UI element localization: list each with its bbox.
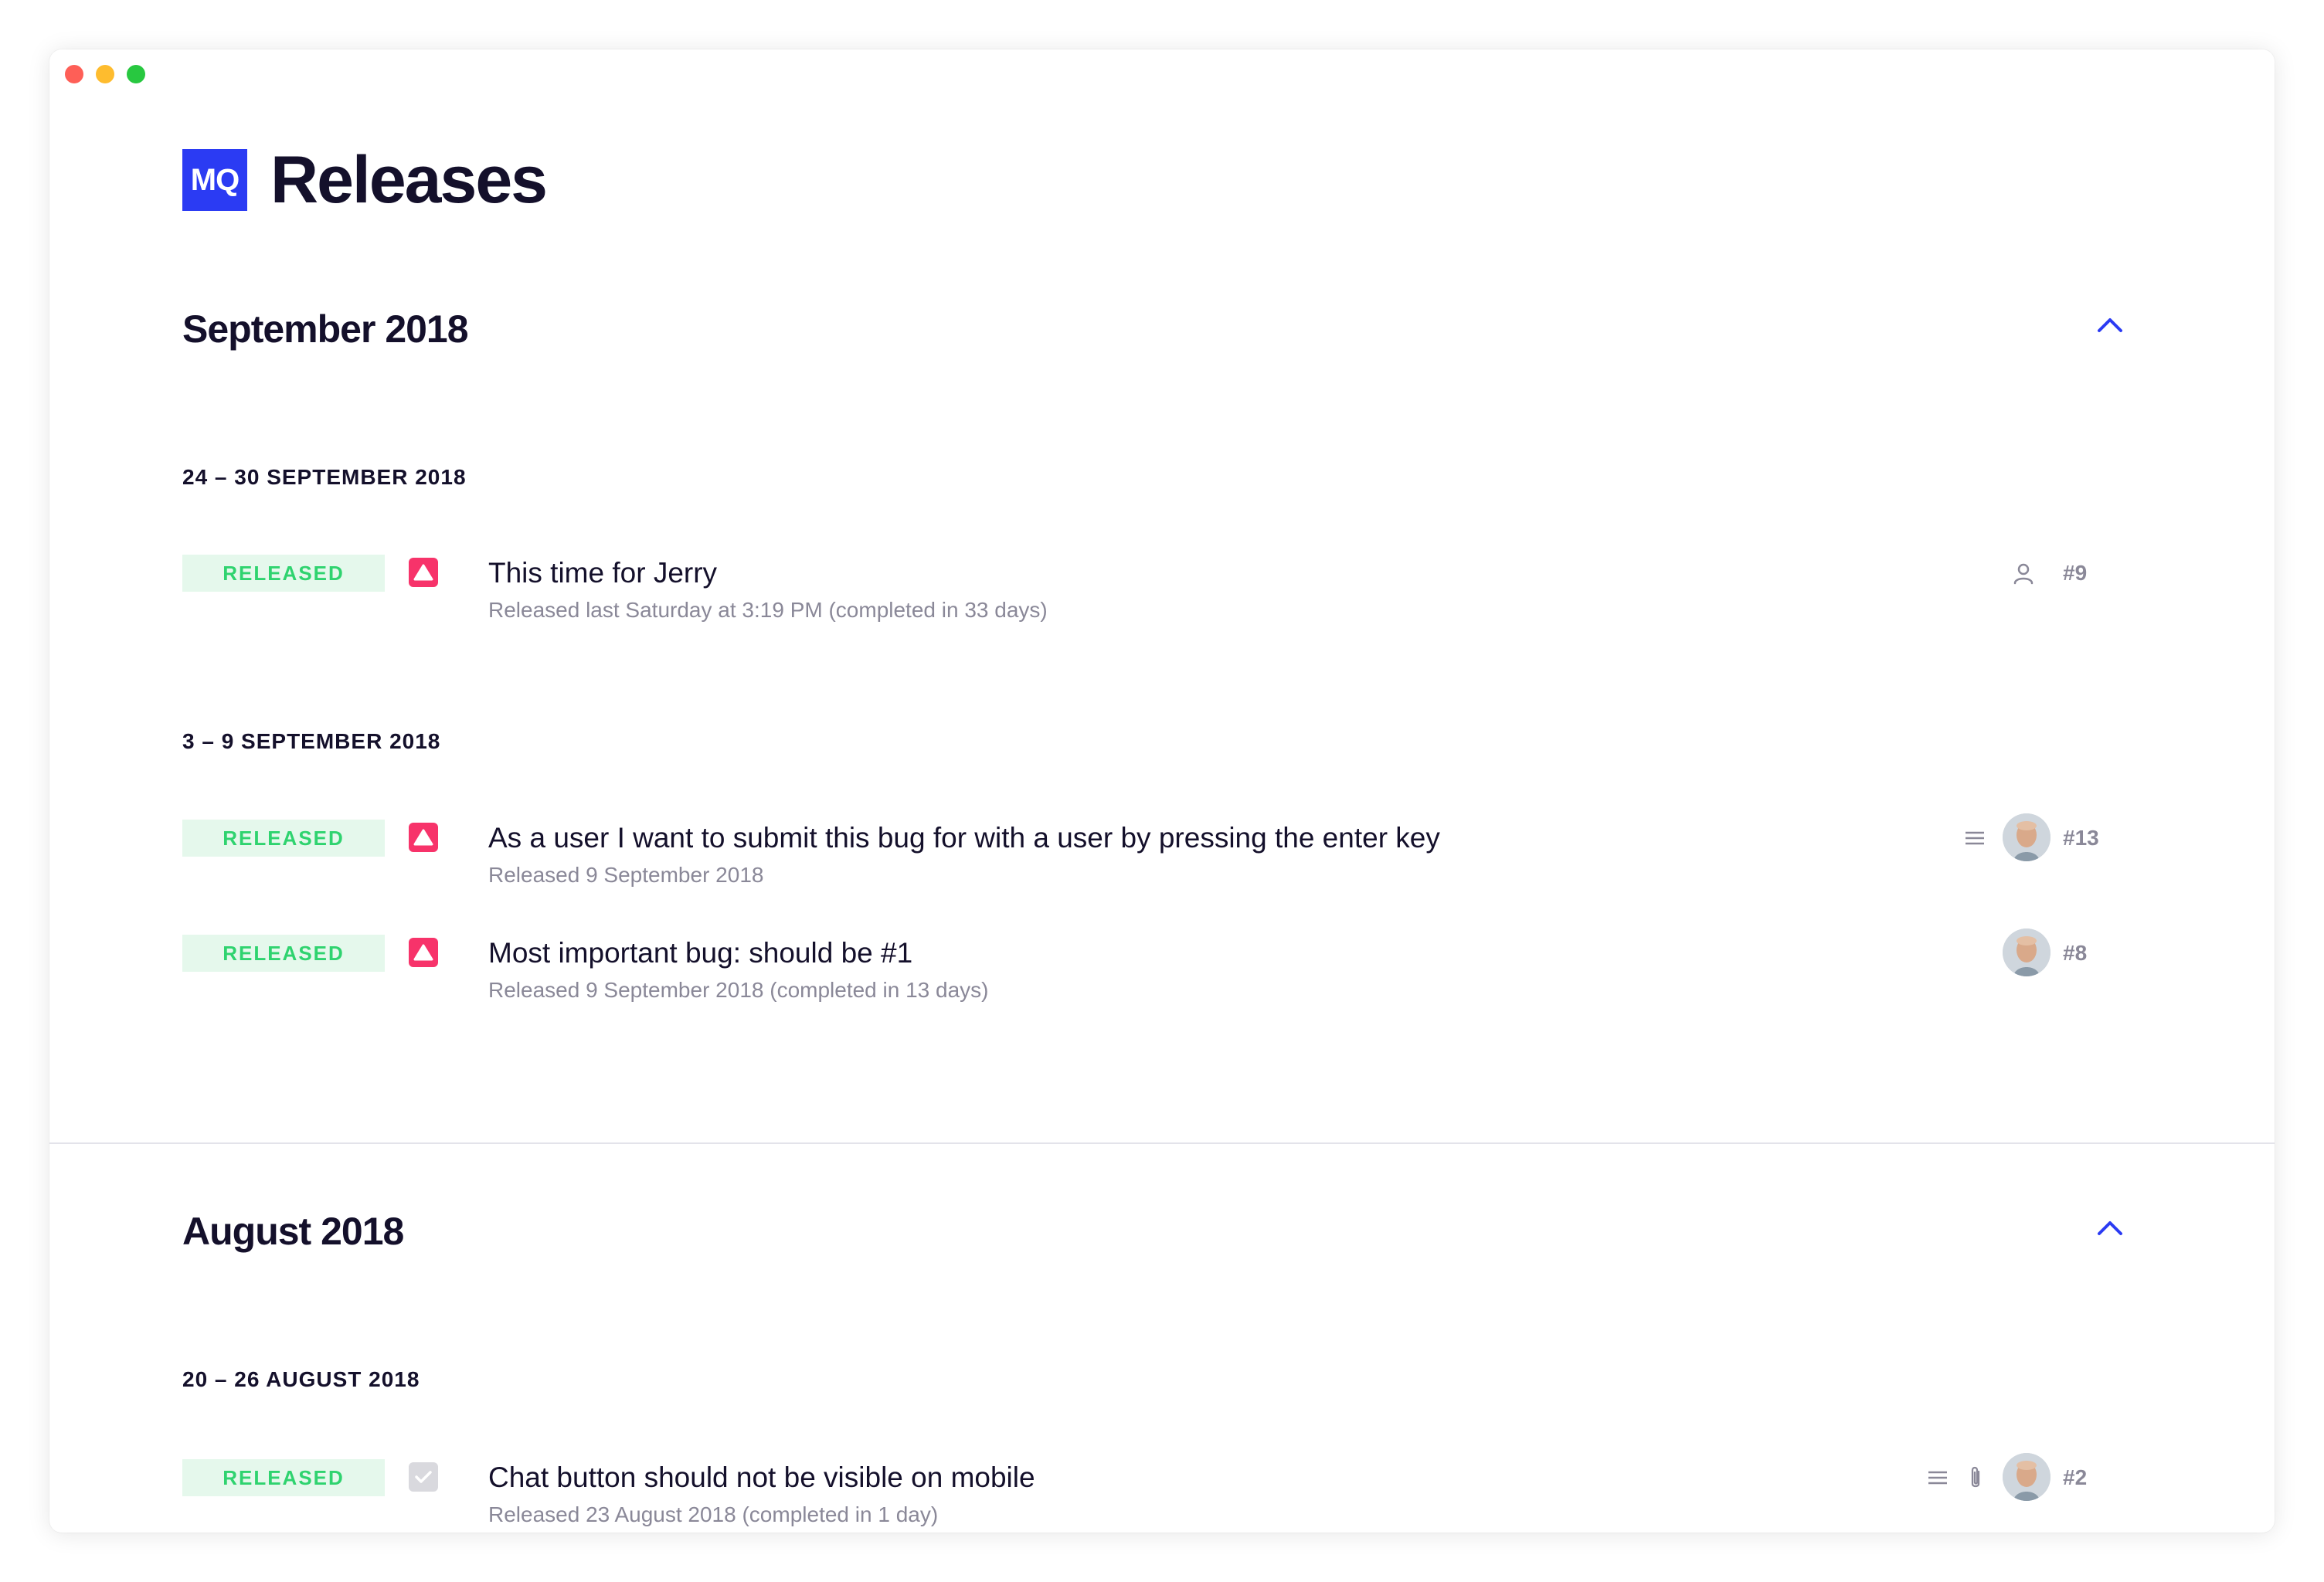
item-title[interactable]: Most important bug: should be #1 [488, 935, 912, 972]
description-icon [1964, 820, 1986, 857]
issue-number[interactable]: #8 [2063, 935, 2087, 972]
bug-icon [409, 938, 438, 967]
item-subtitle: Released 23 August 2018 (completed in 1 … [488, 1502, 939, 1526]
issue-number[interactable]: #9 [2063, 555, 2087, 592]
status-badge: RELEASED [182, 555, 385, 592]
avatar[interactable] [2003, 813, 2050, 861]
item-title[interactable]: As a user I want to submit this bug for … [488, 820, 1440, 857]
avatar[interactable] [2003, 928, 2050, 976]
attachment-icon[interactable] [1967, 1459, 1984, 1496]
release-item[interactable]: RELEASED This time for Jerry Released la… [49, 555, 2275, 640]
collapse-month-button[interactable] [2085, 300, 2135, 349]
chevron-up-icon [2098, 1221, 2122, 1235]
item-subtitle: Released 9 September 2018 (completed in … [488, 978, 989, 1002]
description-icon [1927, 1459, 1949, 1496]
status-badge: RELEASED [182, 1459, 385, 1496]
app-window: MQ Releases September 2018 24 – 30 SEPTE… [49, 49, 2275, 1533]
page-title: Releases [270, 143, 548, 217]
close-window-button[interactable] [65, 65, 83, 83]
month-title: August 2018 [182, 1210, 404, 1253]
app-logo[interactable]: MQ [182, 149, 247, 211]
week-title: 24 – 30 SEPTEMBER 2018 [182, 465, 467, 489]
week-title: 3 – 9 SEPTEMBER 2018 [182, 729, 441, 753]
issue-number[interactable]: #2 [2063, 1459, 2087, 1496]
status-badge: RELEASED [182, 820, 385, 857]
month-title: September 2018 [182, 307, 469, 351]
maximize-window-button[interactable] [127, 65, 145, 83]
item-subtitle: Released last Saturday at 3:19 PM (compl… [488, 598, 1048, 622]
user-icon[interactable] [2012, 555, 2035, 592]
release-item[interactable]: RELEASED Chat button should not be visib… [49, 1453, 2275, 1533]
bug-icon [409, 823, 438, 852]
chevron-up-icon [2098, 318, 2122, 332]
window-controls [65, 65, 145, 83]
item-title[interactable]: Chat button should not be visible on mob… [488, 1459, 1035, 1496]
item-title[interactable]: This time for Jerry [488, 555, 717, 592]
item-subtitle: Released 9 September 2018 [488, 863, 764, 887]
avatar[interactable] [2003, 1453, 2050, 1501]
minimize-window-button[interactable] [96, 65, 114, 83]
bug-icon [409, 558, 438, 587]
release-item[interactable]: RELEASED As a user I want to submit this… [49, 813, 2275, 905]
release-item[interactable]: RELEASED Most important bug: should be #… [49, 928, 2275, 1020]
status-badge: RELEASED [182, 935, 385, 972]
collapse-month-button[interactable] [2085, 1203, 2135, 1252]
section-divider [49, 1142, 2275, 1144]
issue-number[interactable]: #13 [2063, 820, 2099, 857]
week-title: 20 – 26 AUGUST 2018 [182, 1367, 420, 1391]
task-check-icon [409, 1462, 438, 1492]
page-header: MQ Releases [182, 143, 548, 217]
